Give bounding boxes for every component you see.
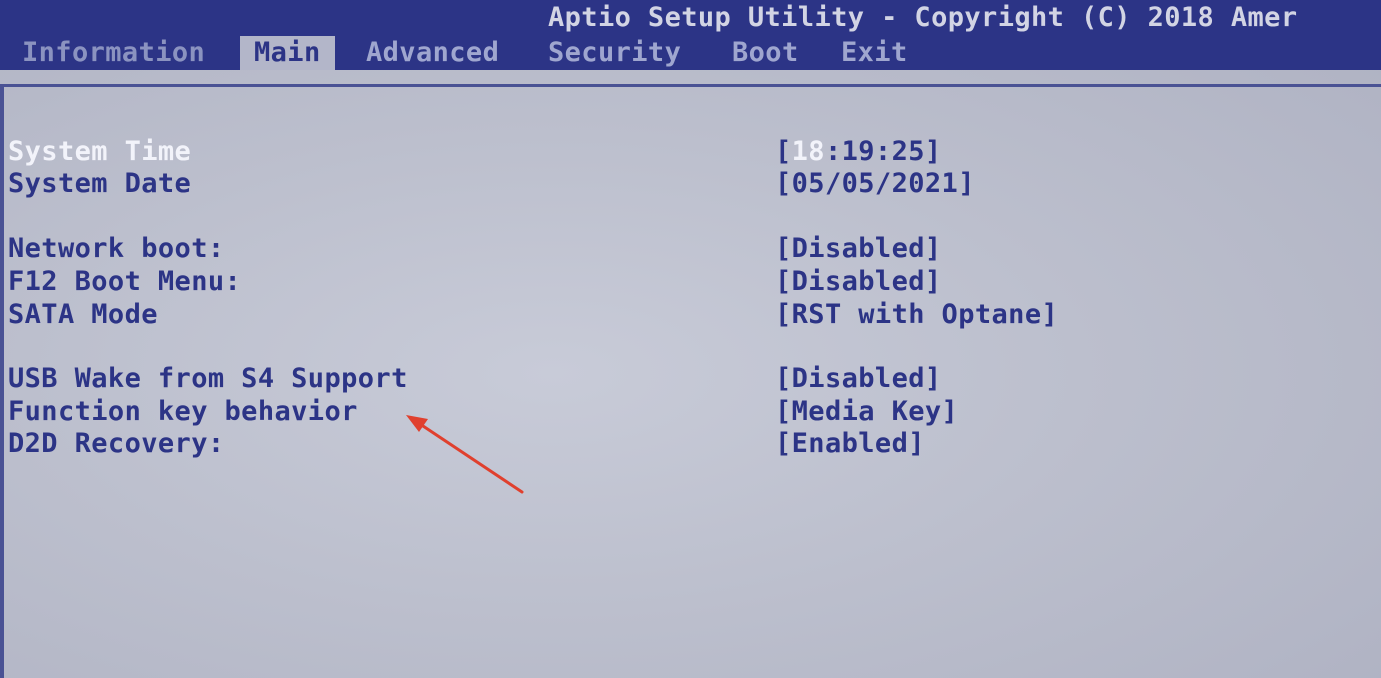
tab-main[interactable]: Main (240, 36, 335, 70)
time-rest: :19:25] (824, 136, 942, 167)
system-time-value[interactable]: [18:19:25] (775, 136, 942, 168)
setting-label: System Time (8, 136, 192, 167)
system-date-value[interactable]: [05/05/2021] (775, 168, 975, 200)
setting-label: USB Wake from S4 Support (8, 363, 408, 394)
tab-exit[interactable]: Exit (841, 36, 908, 70)
tab-boot[interactable]: Boot (732, 36, 799, 70)
setting-label: Function key behavior (8, 396, 358, 427)
setting-sata-mode[interactable]: SATA Mode [RST with Optane] (8, 299, 1308, 331)
usb-wake-value[interactable]: [Disabled] (775, 363, 942, 395)
setting-usb-wake[interactable]: USB Wake from S4 Support [Disabled] (8, 363, 1308, 395)
setting-label: SATA Mode (8, 299, 158, 330)
tab-bar: Information Main Advanced Security Boot … (0, 36, 1381, 70)
tab-advanced[interactable]: Advanced (366, 36, 499, 70)
setting-label: D2D Recovery: (8, 428, 225, 459)
setting-label: Network boot: (8, 233, 225, 264)
setting-network-boot[interactable]: Network boot: [Disabled] (8, 233, 1308, 265)
d2d-recovery-value[interactable]: [Enabled] (775, 428, 925, 460)
app-title: Aptio Setup Utility - Copyright (C) 2018… (548, 2, 1298, 33)
function-key-value[interactable]: [Media Key] (775, 396, 958, 428)
setting-label: F12 Boot Menu: (8, 266, 242, 297)
setting-function-key-behavior[interactable]: Function key behavior [Media Key] (8, 396, 1308, 428)
sata-mode-value[interactable]: [RST with Optane] (775, 299, 1058, 331)
time-hour-field[interactable]: 18 (792, 136, 825, 167)
setting-system-date[interactable]: System Date [05/05/2021] (8, 168, 1308, 200)
bios-screen: Aptio Setup Utility - Copyright (C) 2018… (0, 0, 1381, 678)
title-bar: Aptio Setup Utility - Copyright (C) 2018… (0, 0, 1381, 36)
setting-label: System Date (8, 168, 192, 199)
setting-f12-boot-menu[interactable]: F12 Boot Menu: [Disabled] (8, 266, 1308, 298)
network-boot-value[interactable]: [Disabled] (775, 233, 942, 265)
tab-information[interactable]: Information (22, 36, 205, 70)
setting-system-time[interactable]: System Time [18:19:25] (8, 136, 1308, 168)
panel-top-border (0, 84, 1381, 87)
annotation-arrow-icon (406, 415, 524, 494)
f12-boot-menu-value[interactable]: [Disabled] (775, 266, 942, 298)
tab-security[interactable]: Security (548, 36, 681, 70)
setting-d2d-recovery[interactable]: D2D Recovery: [Enabled] (8, 428, 1308, 460)
time-open-bracket: [ (775, 136, 792, 167)
panel-left-border (0, 84, 4, 678)
